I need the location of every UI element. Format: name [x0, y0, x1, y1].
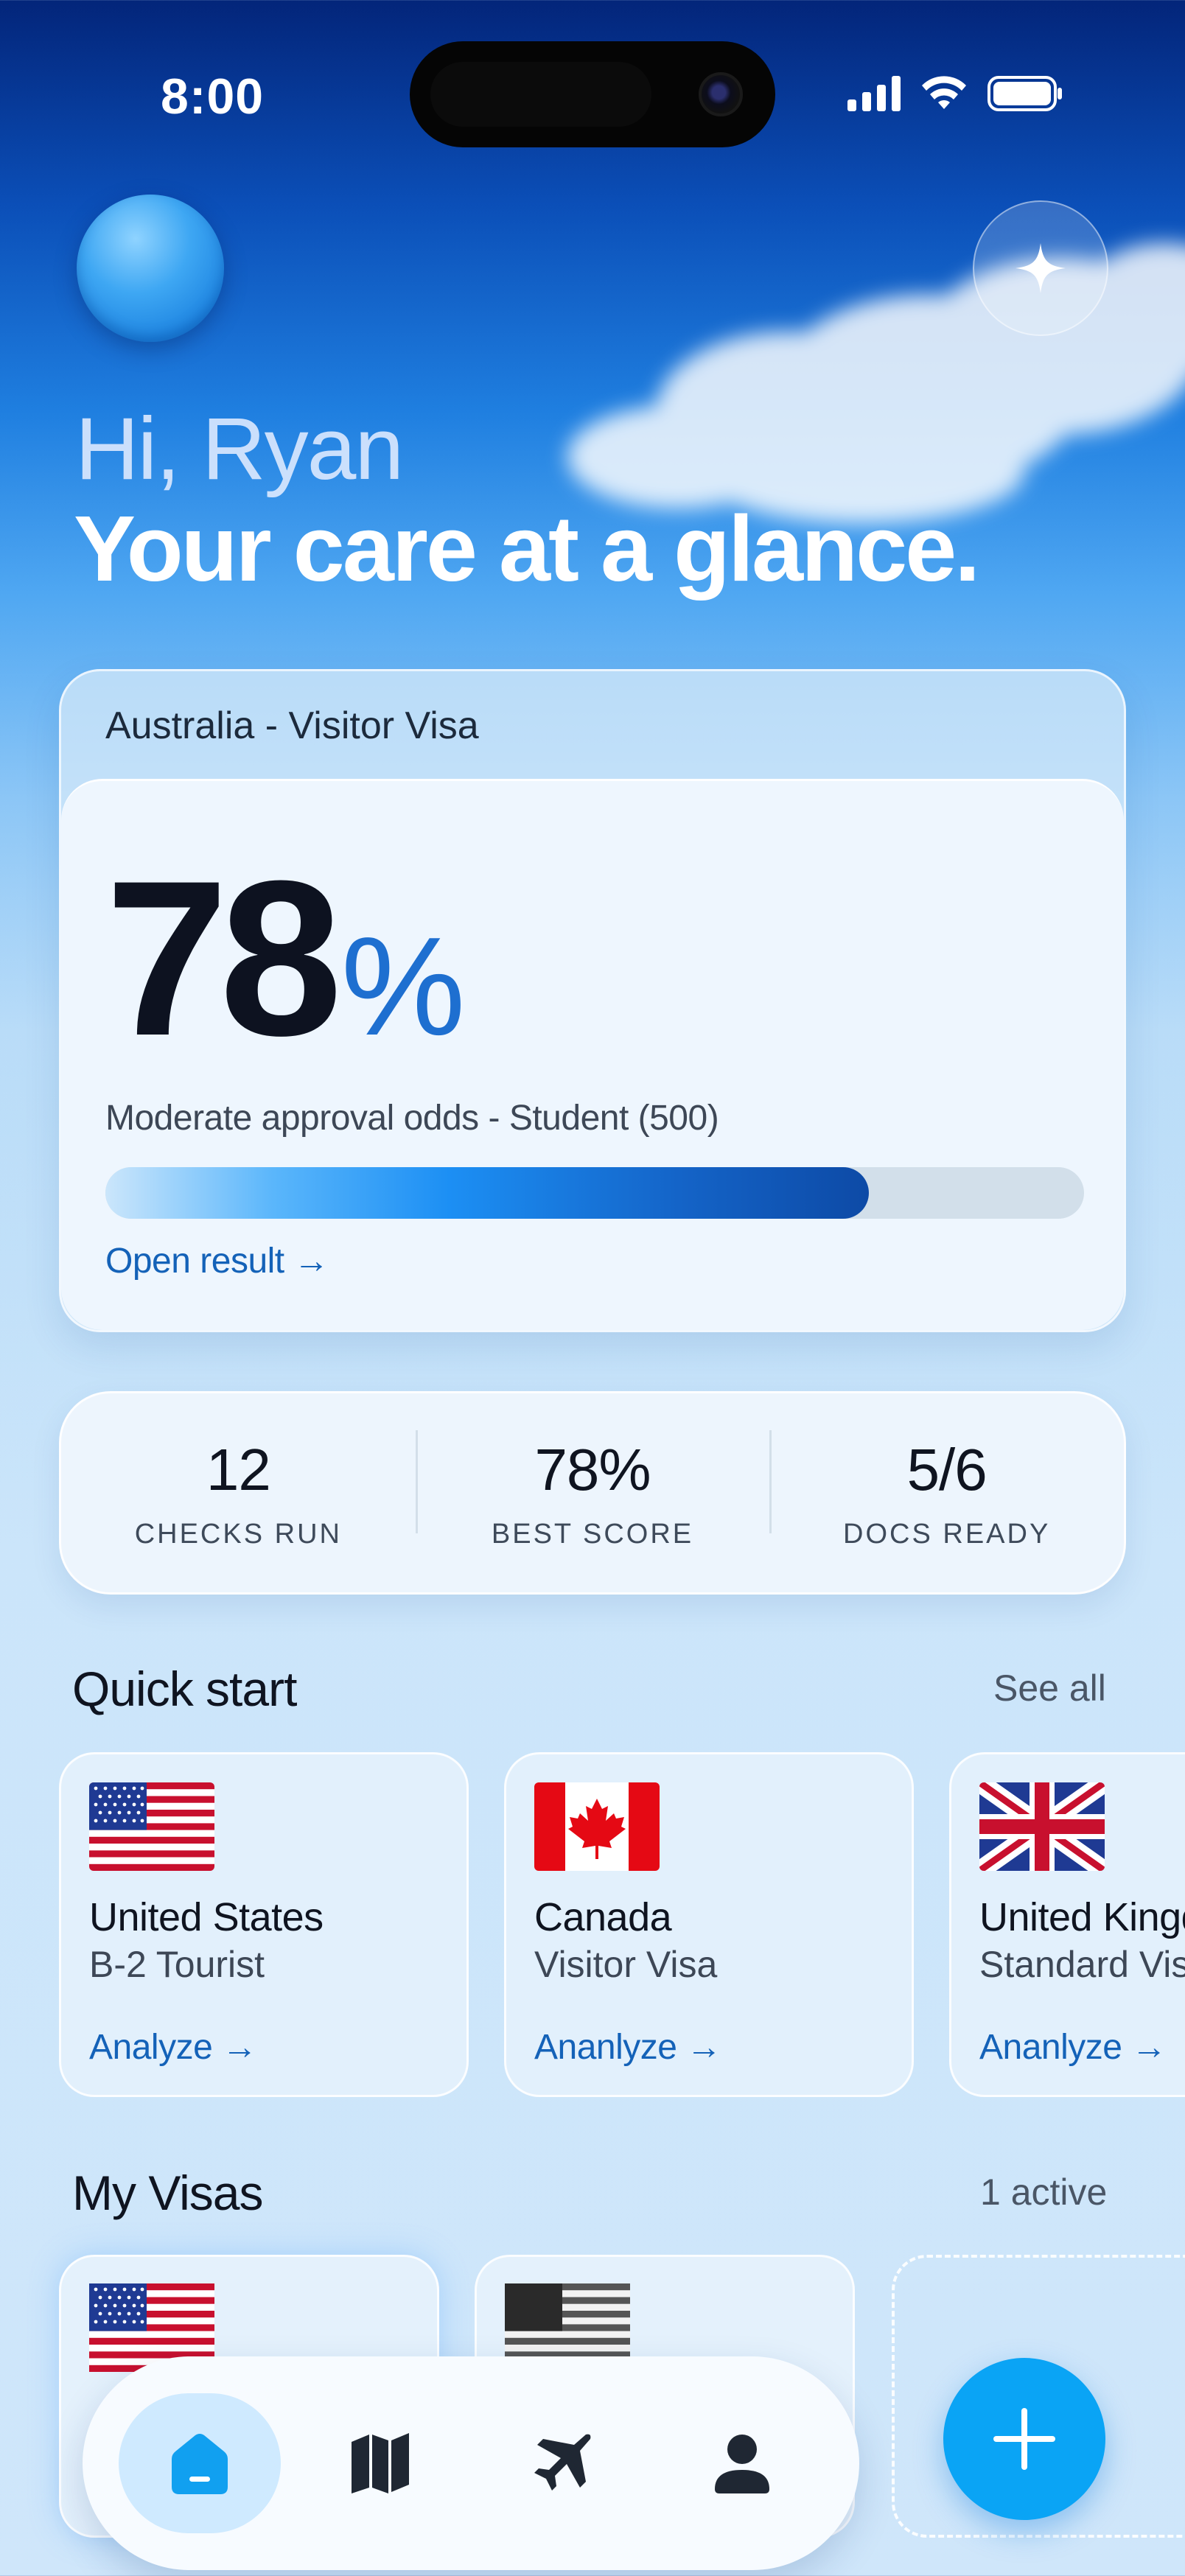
- visa-type: Standard Visitor: [979, 1944, 1185, 1985]
- score-panel: 78 % Moderate approval odds - Student (5…: [61, 779, 1124, 1330]
- see-all-link[interactable]: See all: [993, 1667, 1106, 1709]
- battery-icon: [988, 76, 1062, 111]
- page-headline: Your care at a glance.: [74, 497, 980, 601]
- quick-start-card-uk[interactable]: United Kingdom Standard Visitor Ananlyze…: [949, 1752, 1185, 2097]
- active-count: 1 active: [980, 2171, 1108, 2213]
- sparkle-icon: [1016, 243, 1066, 293]
- stat-best-score: 78% BEST SCORE: [415, 1429, 770, 1550]
- analyze-link[interactable]: Analyze →: [89, 2027, 257, 2068]
- map-icon: [352, 2433, 410, 2493]
- nav-map[interactable]: [299, 2393, 461, 2533]
- visa-country-label: Australia - Visitor Visa: [105, 704, 479, 747]
- score-percent: 78 %: [105, 847, 466, 1068]
- profile-icon: [715, 2435, 770, 2493]
- open-result-link[interactable]: Open result →: [105, 1241, 329, 1281]
- stat-value: 12: [206, 1436, 271, 1502]
- us-flag-icon: [89, 1782, 214, 1871]
- country-name: United States: [89, 1895, 324, 1939]
- my-visas-title: My Visas: [72, 2166, 264, 2220]
- analyze-link[interactable]: Ananlyze →: [979, 2027, 1167, 2068]
- stat-label: DOCS READY: [843, 1518, 1051, 1550]
- country-name: Canada: [534, 1895, 672, 1939]
- quick-start-card-canada[interactable]: Canada Visitor Visa Ananlyze →: [504, 1752, 914, 2097]
- quick-start-title: Quick start: [72, 1662, 297, 1716]
- greeting: Hi, Ryan: [75, 399, 404, 498]
- stat-label: BEST SCORE: [491, 1518, 694, 1550]
- visa-type: Visitor Visa: [534, 1944, 718, 1985]
- bottom-navigation: [83, 2356, 859, 2570]
- stat-docs-ready: 5/6 DOCS READY: [769, 1429, 1124, 1550]
- score-value: 78: [105, 834, 343, 1082]
- canada-flag-icon: [534, 1782, 660, 1871]
- plane-icon: [534, 2434, 591, 2491]
- nav-flights[interactable]: [480, 2393, 643, 2533]
- cellular-signal-icon: [847, 76, 901, 111]
- nav-profile[interactable]: [661, 2393, 823, 2533]
- visa-score-card[interactable]: Australia - Visitor Visa 78 % Moderate a…: [59, 669, 1126, 1332]
- approval-progress-bar: [105, 1167, 1084, 1219]
- dynamic-island: [410, 41, 775, 147]
- wifi-icon: [922, 76, 966, 109]
- stat-checks-run: 12 CHECKS RUN: [61, 1436, 416, 1550]
- percent-symbol: %: [340, 909, 466, 1065]
- stat-label: CHECKS RUN: [134, 1518, 342, 1550]
- status-time: 8:00: [161, 69, 265, 125]
- plus-icon: [993, 2408, 1055, 2470]
- stats-summary: 12 CHECKS RUN 78% BEST SCORE 5/6 DOCS RE…: [59, 1391, 1126, 1595]
- home-icon: [171, 2434, 228, 2494]
- progress-fill: [105, 1167, 869, 1219]
- avatar[interactable]: [77, 195, 224, 342]
- stat-value: 5/6: [906, 1436, 988, 1502]
- add-button[interactable]: [943, 2358, 1105, 2520]
- status-icons: [847, 71, 1064, 116]
- approval-odds-text: Moderate approval odds - Student (500): [105, 1099, 719, 1138]
- uk-flag-icon: [979, 1782, 1105, 1871]
- camera-icon: [699, 72, 743, 116]
- ai-assistant-button[interactable]: [973, 200, 1108, 336]
- stat-value: 78%: [534, 1436, 651, 1502]
- country-name: United Kingdom: [979, 1895, 1185, 1939]
- quick-start-card-us[interactable]: United States B-2 Tourist Analyze →: [59, 1752, 469, 2097]
- visa-type: B-2 Tourist: [89, 1944, 265, 1985]
- analyze-link[interactable]: Ananlyze →: [534, 2027, 721, 2068]
- nav-home[interactable]: [118, 2393, 281, 2533]
